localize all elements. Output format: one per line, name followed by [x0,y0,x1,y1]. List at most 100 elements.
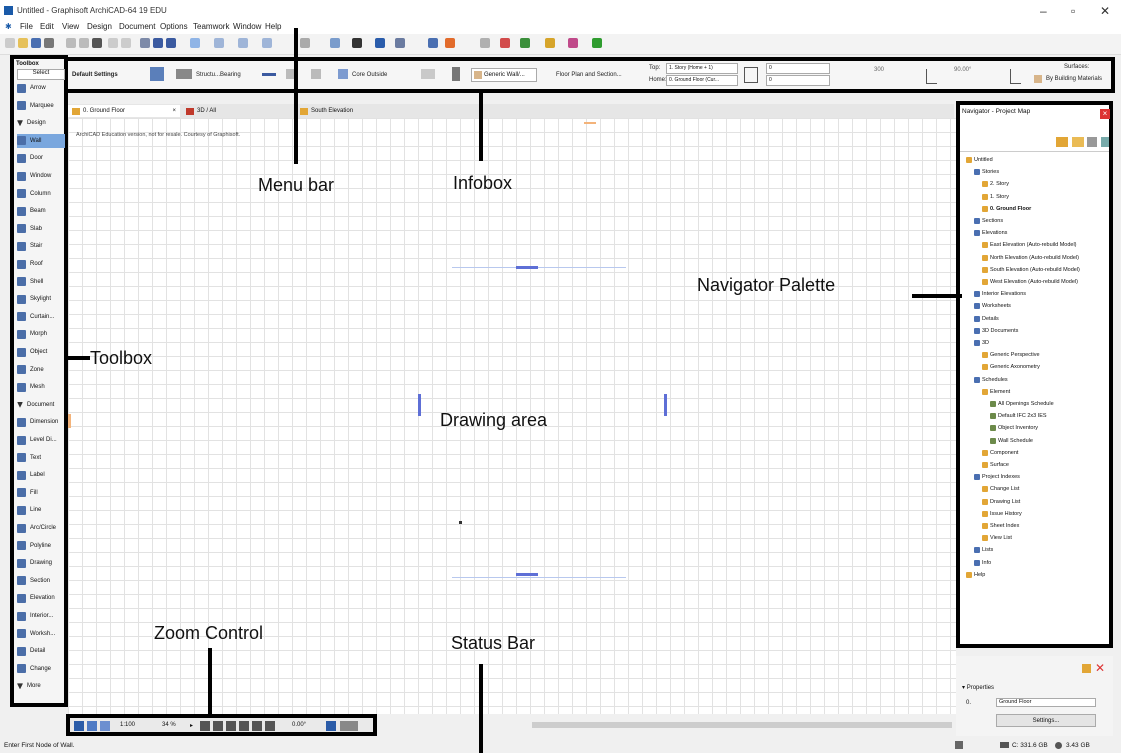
offset-ref-icon[interactable] [311,69,321,79]
nav-item[interactable]: Default IFC 2x3 IES [990,413,1047,420]
nav-item[interactable]: Elevations [974,230,1007,237]
tool-change[interactable]: Change [17,662,65,676]
tool-door[interactable]: Door [17,151,65,165]
menu-window[interactable]: Window [233,22,261,31]
rotation-angle-field[interactable]: 0.00° [292,722,306,728]
print-icon[interactable] [44,38,54,48]
nav-item[interactable]: 3D Documents [974,327,1018,334]
copy-icon[interactable] [79,38,89,48]
tool-window[interactable]: Window [17,169,65,183]
tab-3d-all[interactable]: 3D / All [182,105,292,117]
nav-item[interactable]: Interior Elevations [974,291,1026,298]
menu-design[interactable]: Design [87,22,112,31]
zoom-arrow-icon[interactable]: ▸ [190,722,193,729]
nav-item[interactable]: South Elevation (Auto-rebuild Model) [982,266,1080,273]
group-icon[interactable] [330,38,340,48]
tool-fill[interactable]: Fill [17,486,65,500]
zoom-percent-field[interactable]: 34 % [162,722,176,728]
horizontal-scrollbar[interactable] [380,720,952,730]
nav-item[interactable]: West Elevation (Auto-rebuild Model) [982,279,1078,285]
nav-item[interactable]: Help [966,571,985,578]
tool-slab[interactable]: Slab [17,222,65,236]
tool-arrow[interactable]: Arrow [17,81,65,95]
tool-roof[interactable]: Roof [17,257,65,271]
nav-item[interactable]: Sheet Index [982,523,1019,529]
menu-document[interactable]: Document [119,22,155,31]
tool-dimension[interactable]: Dimension [17,415,65,429]
nav-item[interactable]: Stories [974,169,999,176]
paste-icon[interactable] [92,38,102,48]
rotate-view-icon[interactable] [326,721,336,731]
marquee-icon[interactable] [375,38,385,48]
nav-item[interactable]: Schedules [974,376,1008,383]
view-options-icon[interactable] [100,721,110,731]
tool-detail[interactable]: Detail [17,644,65,658]
select-button[interactable]: Select [17,69,65,80]
scale-dropdown[interactable]: 1:100 [120,722,135,728]
wall-type-field[interactable]: Generic Wall/... [471,68,537,82]
tool-shell[interactable]: Shell [17,275,65,289]
nav-item[interactable]: Generic Axonometry [982,364,1040,371]
nav-item[interactable]: Worksheets [974,303,1011,310]
tool-text[interactable]: Text [17,451,65,465]
save-icon[interactable] [31,38,41,48]
menu-teamwork[interactable]: Teamwork [193,22,229,31]
menu-file[interactable]: File [20,22,33,31]
tool-elevation[interactable]: Elevation [17,591,65,605]
open-file-icon[interactable] [18,38,28,48]
floor-plan-dropdown[interactable]: Floor Plan and Section... [556,72,622,78]
undo-icon[interactable] [108,38,118,48]
settings-button[interactable]: Settings... [996,714,1096,727]
nav-item[interactable]: View List [982,535,1012,542]
tool-drawing[interactable]: Drawing [17,556,65,570]
nav-item[interactable]: Object Inventory [990,425,1038,432]
wall-settings-icon[interactable] [150,67,164,81]
pick-up-icon[interactable] [153,38,163,48]
tool-object[interactable]: Object [17,345,65,359]
minimize-button[interactable]: – [1040,4,1047,18]
tool-beam[interactable]: Beam [17,204,65,218]
menu-help[interactable]: Help [265,22,281,31]
menu-view[interactable]: View [62,22,79,31]
find-select-icon[interactable] [140,38,150,48]
tool-polyline[interactable]: Polyline [17,539,65,553]
tool-curtain[interactable]: Curtain... [17,310,65,324]
tool-zone[interactable]: Zone [17,363,65,377]
tool-morph[interactable]: Morph [17,327,65,341]
view-map-icon[interactable] [1072,137,1084,147]
pen-icon[interactable] [421,69,435,79]
split-icon[interactable] [480,38,490,48]
angle-value[interactable]: 90.00° [954,67,971,73]
thickness-value[interactable]: 300 [874,67,884,73]
nav-item[interactable]: 3D [974,340,989,346]
nav-item[interactable]: All Openings Schedule [990,401,1054,407]
cursor-snap-icon[interactable] [340,721,358,731]
mirror-icon[interactable] [395,38,405,48]
nav-item[interactable]: Component [982,449,1018,456]
render-icon[interactable] [520,38,530,48]
layers-icon[interactable] [300,38,310,48]
maximize-button[interactable]: ▫ [1071,4,1075,18]
reference-line-icon[interactable] [262,73,276,76]
tool-column[interactable]: Column [17,187,65,201]
publish-icon[interactable] [592,38,602,48]
cut-icon[interactable] [66,38,76,48]
layer-icon[interactable] [452,67,460,81]
surfaces-dropdown[interactable]: By Building Materials [1046,76,1102,82]
nav-item[interactable]: Project Indexes [974,474,1020,481]
tool-label[interactable]: Label [17,468,65,482]
pan-icon[interactable] [239,721,249,731]
nav-item[interactable]: Lists [974,547,993,554]
inject-icon[interactable] [166,38,176,48]
delete-icon[interactable] [500,38,510,48]
tool-skylight[interactable]: Skylight [17,292,65,306]
story-settings-icon[interactable] [1082,664,1091,673]
tool-document[interactable]: Document [17,398,65,412]
snap-icon[interactable] [238,38,248,48]
tool-mesh[interactable]: Mesh [17,380,65,394]
top-story-field[interactable]: 1. Story (Home + 1) [666,63,738,74]
gravity-icon[interactable] [262,38,272,48]
publisher-sets-icon[interactable] [1101,137,1109,147]
nav-item[interactable]: Surface [982,462,1009,468]
tool-stair[interactable]: Stair [17,239,65,253]
